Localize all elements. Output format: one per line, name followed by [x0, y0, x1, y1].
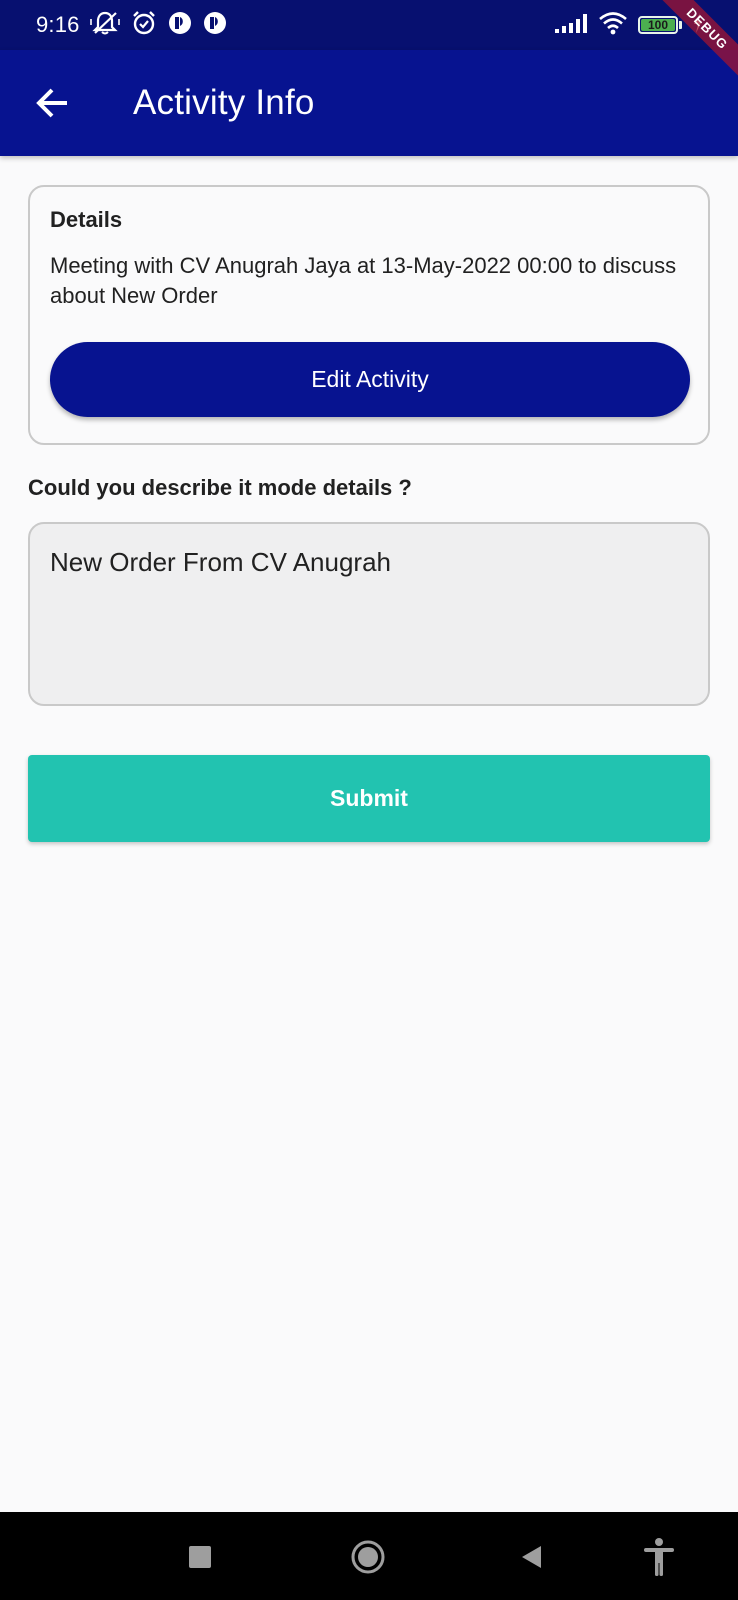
recents-square-icon: [189, 1546, 211, 1568]
app-notification-icon: [203, 11, 227, 40]
status-bar: 9:16 100: [0, 0, 738, 50]
app-notification-icon: [168, 11, 192, 40]
arrow-back-icon: [36, 88, 67, 118]
details-card: Details Meeting with CV Anugrah Jaya at …: [28, 185, 710, 445]
description-input[interactable]: New Order From CV Anugrah: [28, 522, 710, 706]
submit-button[interactable]: Submit: [28, 755, 710, 842]
page-title: Activity Info: [133, 83, 315, 122]
battery-icon: 100: [638, 16, 678, 34]
activity-info-screen: 9:16 100 DEBUG Activity Info Details Mee…: [0, 0, 738, 1600]
back-nav-button[interactable]: [508, 1534, 554, 1580]
status-left-icons: [89, 10, 227, 41]
wifi-icon: [598, 11, 628, 40]
back-triangle-icon: [522, 1546, 541, 1568]
edit-activity-button[interactable]: Edit Activity: [50, 342, 690, 417]
status-time: 9:16: [36, 12, 80, 37]
accessibility-icon: [644, 1538, 674, 1576]
battery-level: 100: [647, 18, 669, 32]
home-button[interactable]: [345, 1534, 391, 1580]
details-description: Meeting with CV Anugrah Jaya at 13-May-2…: [50, 253, 677, 308]
home-circle-icon: [351, 1540, 385, 1574]
battery-tip: [679, 21, 682, 29]
battery-group: 100: [638, 16, 682, 34]
recents-button[interactable]: [177, 1534, 223, 1580]
alarm-icon: [131, 10, 157, 41]
details-title: Details: [50, 207, 123, 232]
signal-icon: [554, 12, 588, 39]
question-label: Could you describe it mode details ?: [28, 475, 412, 500]
accessibility-button[interactable]: [636, 1534, 682, 1580]
app-bar: Activity Info: [0, 50, 738, 156]
mute-notifications-icon: [89, 10, 120, 41]
system-nav-bar: [0, 1512, 738, 1600]
back-button[interactable]: [25, 75, 81, 131]
